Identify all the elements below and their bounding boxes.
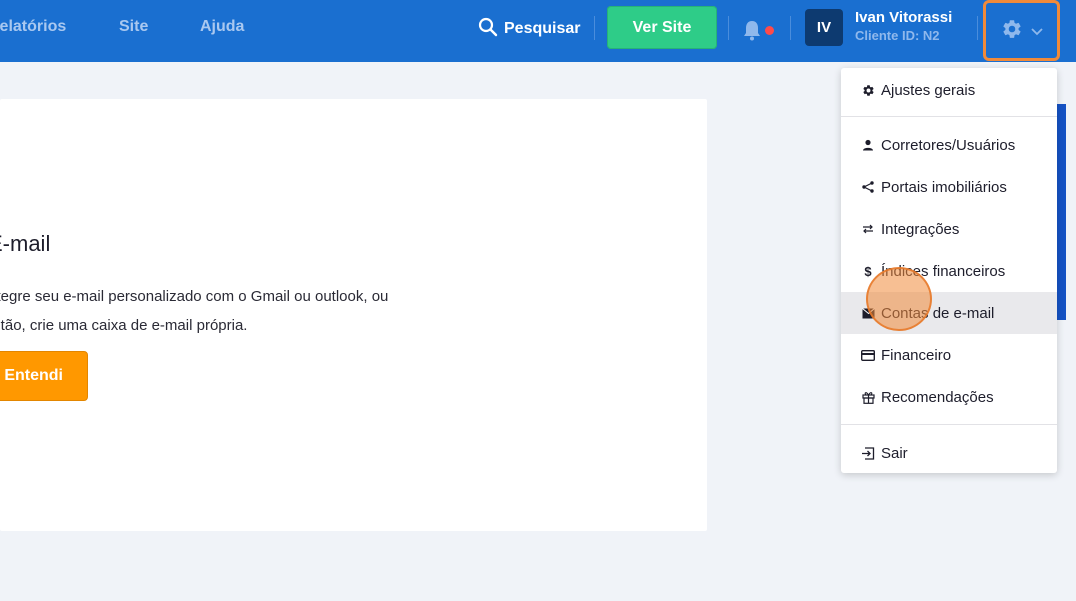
search-button[interactable]: Pesquisar — [478, 16, 580, 42]
nav-ajuda[interactable]: Ajuda — [200, 18, 244, 36]
user-icon — [861, 138, 875, 152]
notifications-button[interactable] — [742, 19, 776, 41]
view-site-button[interactable]: Ver Site — [607, 6, 717, 49]
menu-item-corretores[interactable]: Corretores/Usuários — [841, 124, 1057, 166]
menu-item-label: Recomendações — [881, 388, 994, 406]
logout-icon — [861, 446, 875, 460]
dollar-icon: $ — [864, 263, 872, 279]
settings-menu-button[interactable] — [983, 0, 1060, 61]
scrollbar[interactable] — [1057, 104, 1066, 320]
menu-divider — [841, 116, 1057, 117]
gift-icon — [861, 390, 875, 404]
menu-item-label: Sair — [881, 444, 908, 462]
menu-item-integracoes[interactable]: Integrações — [841, 208, 1057, 250]
divider — [594, 16, 595, 40]
card-description: Integre seu e-mail personalizado com o G… — [0, 282, 454, 340]
understood-button[interactable]: Entendi — [0, 351, 88, 401]
description-line: então, crie uma caixa de e-mail própria. — [0, 317, 248, 334]
menu-item-sair[interactable]: Sair — [841, 432, 1057, 474]
menu-item-label: Ajustes gerais — [881, 81, 976, 99]
menu-item-financeiro[interactable]: Financeiro — [841, 334, 1057, 376]
user-name[interactable]: Ivan Vitorassi — [855, 9, 952, 26]
top-navbar: Relatórios Site Ajuda Pesquisar Ver Site… — [0, 0, 1076, 62]
credit-card-icon — [861, 348, 875, 362]
notification-dot — [765, 26, 774, 35]
menu-item-contas-email[interactable]: Contas de e-mail — [841, 292, 1057, 334]
divider — [977, 16, 978, 40]
arrows-icon — [861, 222, 875, 236]
menu-item-label: Contas de e-mail — [881, 304, 995, 322]
search-icon — [478, 17, 498, 42]
nav-site[interactable]: Site — [119, 18, 148, 36]
menu-item-label: Corretores/Usuários — [881, 136, 1016, 154]
share-icon — [861, 180, 875, 194]
description-line: Integre seu e-mail personalizado com o G… — [0, 288, 389, 305]
envelope-icon — [861, 306, 875, 320]
client-id: Cliente ID: N2 — [855, 28, 940, 43]
avatar[interactable]: IV — [805, 9, 843, 46]
menu-item-indices[interactable]: $ Índices financeiros — [841, 250, 1057, 292]
menu-item-label: Financeiro — [881, 346, 952, 364]
chevron-down-icon — [1030, 21, 1043, 40]
card-title: E-mail — [0, 231, 51, 256]
email-info-card: E-mail Integre seu e-mail personalizado … — [0, 99, 707, 531]
menu-item-ajustes-gerais[interactable]: Ajustes gerais — [841, 69, 1057, 111]
settings-dropdown-menu: Ajustes gerais Corretores/Usuários Porta… — [841, 68, 1057, 473]
bell-icon — [742, 21, 762, 45]
gear-icon — [861, 83, 875, 97]
search-label: Pesquisar — [504, 20, 581, 37]
menu-item-label: Portais imobiliários — [881, 178, 1007, 196]
gear-icon — [1001, 18, 1023, 44]
divider — [790, 16, 791, 40]
menu-item-label: Integrações — [881, 220, 960, 238]
menu-item-label: Índices financeiros — [881, 262, 1006, 280]
divider — [728, 16, 729, 40]
nav-relatorios[interactable]: Relatórios — [0, 18, 66, 36]
menu-item-recomendacoes[interactable]: Recomendações — [841, 376, 1057, 418]
menu-divider — [841, 424, 1057, 425]
menu-item-portais[interactable]: Portais imobiliários — [841, 166, 1057, 208]
